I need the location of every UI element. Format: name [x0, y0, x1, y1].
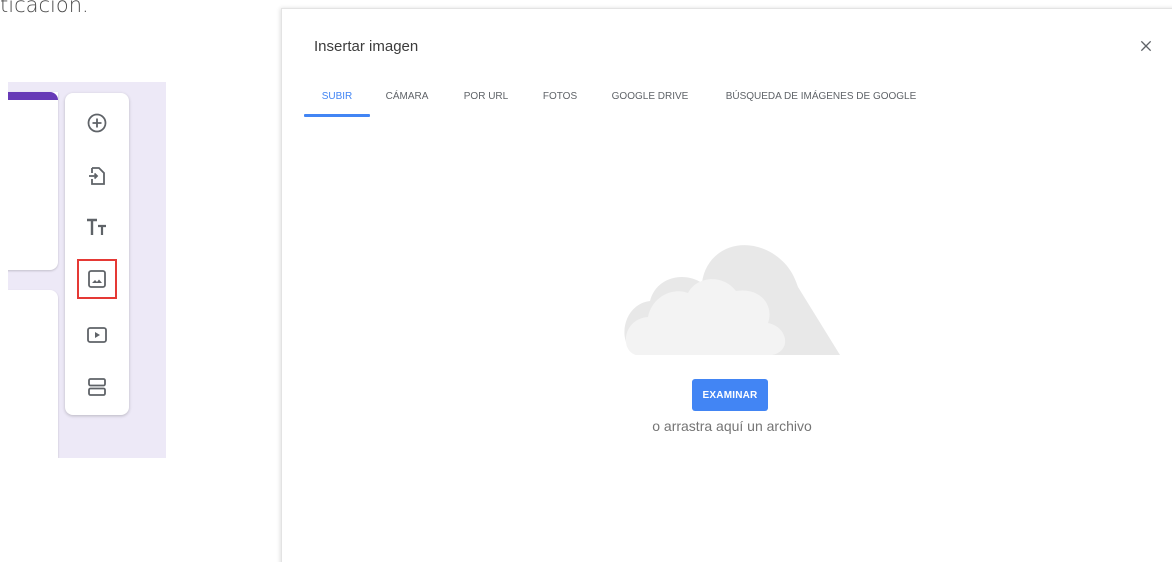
import-icon	[89, 167, 105, 185]
question-card[interactable]	[8, 290, 58, 458]
title-text-icon	[87, 218, 106, 235]
form-editor	[8, 82, 166, 458]
add-video-button[interactable]	[77, 315, 117, 355]
tab-label: FOTOS	[542, 91, 578, 102]
add-section-button[interactable]	[77, 367, 117, 407]
dialog-title: Insertar imagen	[314, 38, 419, 55]
active-tab-indicator	[304, 114, 370, 117]
tab-google-drive[interactable]: GOOGLE DRIVE	[610, 87, 690, 117]
tab-camara[interactable]: CÁMARA	[384, 87, 430, 117]
add-question-button[interactable]	[77, 103, 117, 143]
tab-label: POR URL	[463, 91, 509, 102]
browse-button[interactable]: EXAMINAR	[692, 379, 768, 411]
tab-por-url[interactable]: POR URL	[462, 87, 510, 117]
tab-label: BÚSQUEDA DE IMÁGENES DE GOOGLE	[725, 91, 917, 102]
tab-busqueda-google[interactable]: BÚSQUEDA DE IMÁGENES DE GOOGLE	[718, 87, 924, 117]
video-icon	[87, 327, 107, 343]
close-icon	[1140, 40, 1152, 52]
section-icon	[88, 378, 106, 396]
floating-toolbar	[65, 93, 129, 415]
add-circle-icon	[87, 113, 107, 133]
form-header-card[interactable]	[8, 92, 58, 270]
insert-image-dialog: Insertar imagen SUBIR CÁMARA POR URL FOT…	[281, 8, 1172, 562]
tab-label: CÁMARA	[385, 91, 429, 102]
tab-label: SUBIR	[321, 91, 353, 102]
tab-fotos[interactable]: FOTOS	[539, 87, 581, 117]
import-questions-button[interactable]	[77, 156, 117, 196]
form-accent-bar	[8, 92, 58, 100]
add-title-button[interactable]	[77, 207, 117, 247]
caption-text: ticación.	[0, 0, 89, 17]
cloud-icon	[624, 245, 840, 355]
close-button[interactable]	[1135, 35, 1157, 57]
tab-subir[interactable]: SUBIR	[304, 87, 370, 117]
add-image-button[interactable]	[77, 259, 117, 299]
drop-hint: o arrastra aquí un archivo	[652, 418, 812, 434]
tab-label: GOOGLE DRIVE	[611, 91, 689, 102]
image-icon	[88, 270, 106, 288]
